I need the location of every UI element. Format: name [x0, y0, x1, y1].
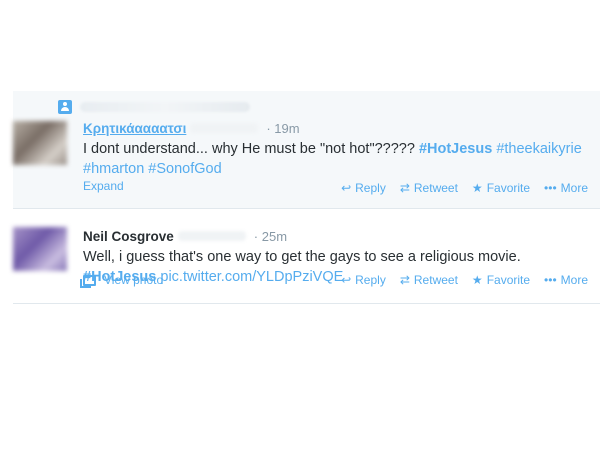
tweet-timestamp[interactable]: 25m [254, 229, 287, 244]
expand-label: Expand [83, 179, 124, 193]
blurred-context-text [80, 102, 250, 112]
hashtag-link[interactable]: #theekaikyrie [496, 141, 581, 157]
tweet-text-plain: I dont understand... why He must be "not… [83, 141, 419, 157]
person-icon [58, 100, 72, 114]
avatar[interactable] [13, 121, 67, 165]
author-name[interactable]: Neil Cosgrove [83, 229, 174, 244]
star-icon: ★ [471, 273, 483, 287]
favorite-label: Favorite [486, 181, 531, 195]
reply-button[interactable]: ↩ Reply [341, 273, 386, 287]
retweet-label: Retweet [413, 273, 458, 287]
author-name[interactable]: Κρητικάαααατσι [83, 121, 186, 136]
more-label: More [560, 181, 588, 195]
blurred-username [177, 231, 246, 241]
reply-button[interactable]: ↩ Reply [341, 181, 386, 195]
expand-link[interactable]: Expand [83, 179, 124, 193]
hashtag-link[interactable]: #hmarton [83, 161, 144, 177]
tweet-actions: ↩ Reply ⇄ Retweet ★ Favorite ••• More [327, 273, 588, 287]
retweet-label: Retweet [413, 181, 458, 195]
avatar[interactable] [13, 227, 67, 271]
hashtag-link[interactable]: #SonofGod [148, 161, 221, 177]
photo-icon [80, 274, 96, 288]
tweet-text: I dont understand... why He must be "not… [83, 139, 593, 179]
tweet-actions: ↩ Reply ⇄ Retweet ★ Favorite ••• More [327, 181, 588, 195]
retweet-icon: ⇄ [399, 273, 410, 287]
tweet-timestamp[interactable]: 19m [266, 121, 299, 136]
view-photo-link[interactable]: View photo [80, 273, 164, 288]
favorite-label: Favorite [486, 273, 531, 287]
media-link[interactable]: pic.twitter.com/YLDpPziVQE [160, 269, 343, 285]
ellipsis-icon: ••• [544, 181, 557, 195]
blurred-username [190, 123, 259, 133]
tweet-context [58, 100, 250, 114]
reply-label: Reply [355, 273, 386, 287]
tweet-header: Neil Cosgrove 25m [83, 229, 593, 247]
reply-arrow-icon: ↩ [341, 181, 352, 195]
retweet-button[interactable]: ⇄ Retweet [400, 273, 458, 287]
tweet-item[interactable]: Neil Cosgrove 25m Well, i guess that's o… [13, 209, 600, 304]
tweet-text-plain: Well, i guess that's one way to get the … [83, 249, 521, 265]
favorite-button[interactable]: ★ Favorite [472, 273, 530, 287]
favorite-button[interactable]: ★ Favorite [472, 181, 530, 195]
ellipsis-icon: ••• [544, 273, 557, 287]
tweet-header: Κρητικάαααατσι 19m [83, 121, 593, 139]
view-photo-label: View photo [104, 273, 164, 287]
tweet-body: Κρητικάαααατσι 19m I dont understand... … [83, 121, 593, 179]
hashtag-link[interactable]: #HotJesus [419, 141, 492, 157]
star-icon: ★ [471, 181, 483, 195]
retweet-icon: ⇄ [399, 181, 410, 195]
tweet-feed: Κρητικάαααατσι 19m I dont understand... … [13, 91, 600, 304]
tweet-item[interactable]: Κρητικάαααατσι 19m I dont understand... … [13, 91, 600, 209]
retweet-button[interactable]: ⇄ Retweet [400, 181, 458, 195]
more-button[interactable]: ••• More [544, 181, 588, 195]
reply-arrow-icon: ↩ [341, 273, 352, 287]
more-button[interactable]: ••• More [544, 273, 588, 287]
reply-label: Reply [355, 181, 386, 195]
more-label: More [560, 273, 588, 287]
